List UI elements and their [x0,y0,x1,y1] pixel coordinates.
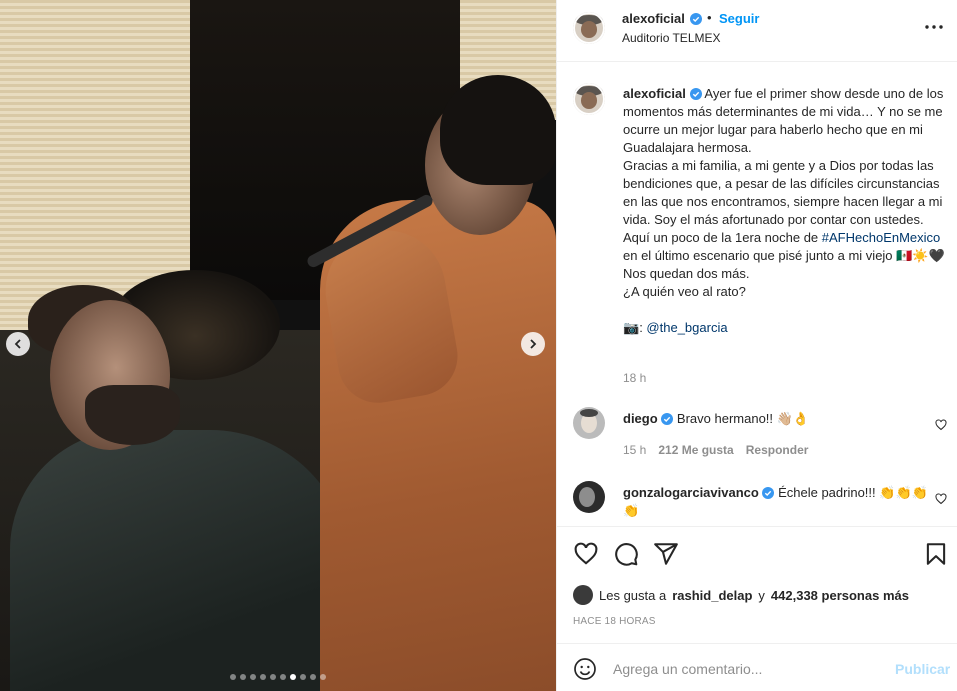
carousel-dot [270,674,276,680]
carousel-dot [310,674,316,680]
liker-username[interactable]: rashid_delap [672,588,752,603]
caption-author-avatar[interactable] [573,83,605,115]
post-photo[interactable] [0,0,556,691]
save-bookmark-icon[interactable] [923,541,949,567]
chevron-left-icon [14,339,21,349]
likes-joiner: y [758,587,765,603]
previous-photo-button[interactable] [6,332,30,356]
comment-input[interactable] [613,657,873,681]
carousel-dot [280,674,286,680]
post-location[interactable]: Auditorio TELMEX [622,31,721,45]
carousel-dot-active [290,674,296,680]
verified-badge-icon [762,487,775,499]
caption-text-4: ¿A quién veo al rato? [623,284,746,299]
seated-man-jacket [10,430,350,691]
verified-badge-icon [690,13,702,25]
comment-body: diego Bravo hermano!! 👋🏼👌 [623,410,933,428]
hashtag-link[interactable]: #AFHechoEnMexico [822,230,941,245]
verified-badge-icon [661,413,674,425]
post-actions: Les gusta a rashid_delap y 442,338 perso… [557,526,957,643]
like-heart-icon[interactable] [573,541,599,567]
comment-likes[interactable]: 212 Me gusta [658,443,733,457]
carousel-dot [320,674,326,680]
camera-credit-icon: 📷 [623,320,640,335]
post-header: alexoficial • Seguir Auditorio TELMEX [557,0,957,62]
carousel-dot [300,674,306,680]
carousel-indicator [0,674,556,680]
carousel-dot [240,674,246,680]
caption-timestamp[interactable]: 18 h [623,371,646,385]
comment-time[interactable]: 15 h [623,443,646,457]
carousel-dot [260,674,266,680]
comment-body: gonzalogarciavivanco Échele padrino!!! 👏… [623,484,933,520]
comment-text: Bravo hermano!! 👋🏼👌 [676,411,810,426]
like-comment-heart-icon[interactable] [935,493,947,505]
posted-time[interactable]: HACE 18 HORAS [573,616,656,627]
author-avatar[interactable] [573,12,605,44]
singer-hair [440,75,556,185]
carousel-dot [250,674,256,680]
commenter-username[interactable]: gonzalogarciavivanco [623,485,759,500]
post-details-panel: alexoficial • Seguir Auditorio TELMEX al… [556,0,957,691]
author-username[interactable]: alexoficial [622,11,685,26]
comment-composer: Publicar [557,643,957,691]
photographer-mention-link[interactable]: @the_bgarcia [646,320,727,335]
reply-button[interactable]: Responder [746,443,809,457]
commenter-username[interactable]: diego [623,411,658,426]
share-send-icon[interactable] [653,541,679,567]
seated-man-beard [85,385,180,445]
more-options-icon[interactable] [923,20,945,34]
caption-text-2: Gracias a mi familia, a mi gente y a Dio… [623,158,947,227]
caption-text-3-post: en el último escenario que pisé junto a … [623,248,949,281]
caption-username[interactable]: alexoficial [623,86,686,101]
emoji-smiley-icon[interactable] [573,657,597,681]
publish-button[interactable]: Publicar [895,661,950,677]
post-caption: alexoficial Ayer fue el primer show desd… [623,86,949,335]
carousel-dot [230,674,236,680]
likes-summary[interactable]: Les gusta a rashid_delap y 442,338 perso… [573,585,909,605]
follow-button[interactable]: Seguir [719,11,759,26]
next-photo-button[interactable] [521,332,545,356]
comment-meta: 15 h 212 Me gusta Responder [623,443,820,457]
chevron-right-icon [530,339,537,349]
liker-avatar[interactable] [573,585,593,605]
comment-bubble-icon[interactable] [613,541,639,567]
likes-count[interactable]: 442,338 personas más [771,588,909,603]
header-separator: • [707,10,712,25]
likes-prefix: Les gusta a [599,587,667,603]
caption-text-3-pre: Aquí un poco de la 1era noche de [623,230,819,245]
verified-badge-icon [689,88,702,100]
commenter-avatar[interactable] [573,407,605,439]
commenter-avatar[interactable] [573,481,605,513]
like-comment-heart-icon[interactable] [935,419,947,431]
comments-scroll-area[interactable]: alexoficial Ayer fue el primer show desd… [557,63,957,526]
